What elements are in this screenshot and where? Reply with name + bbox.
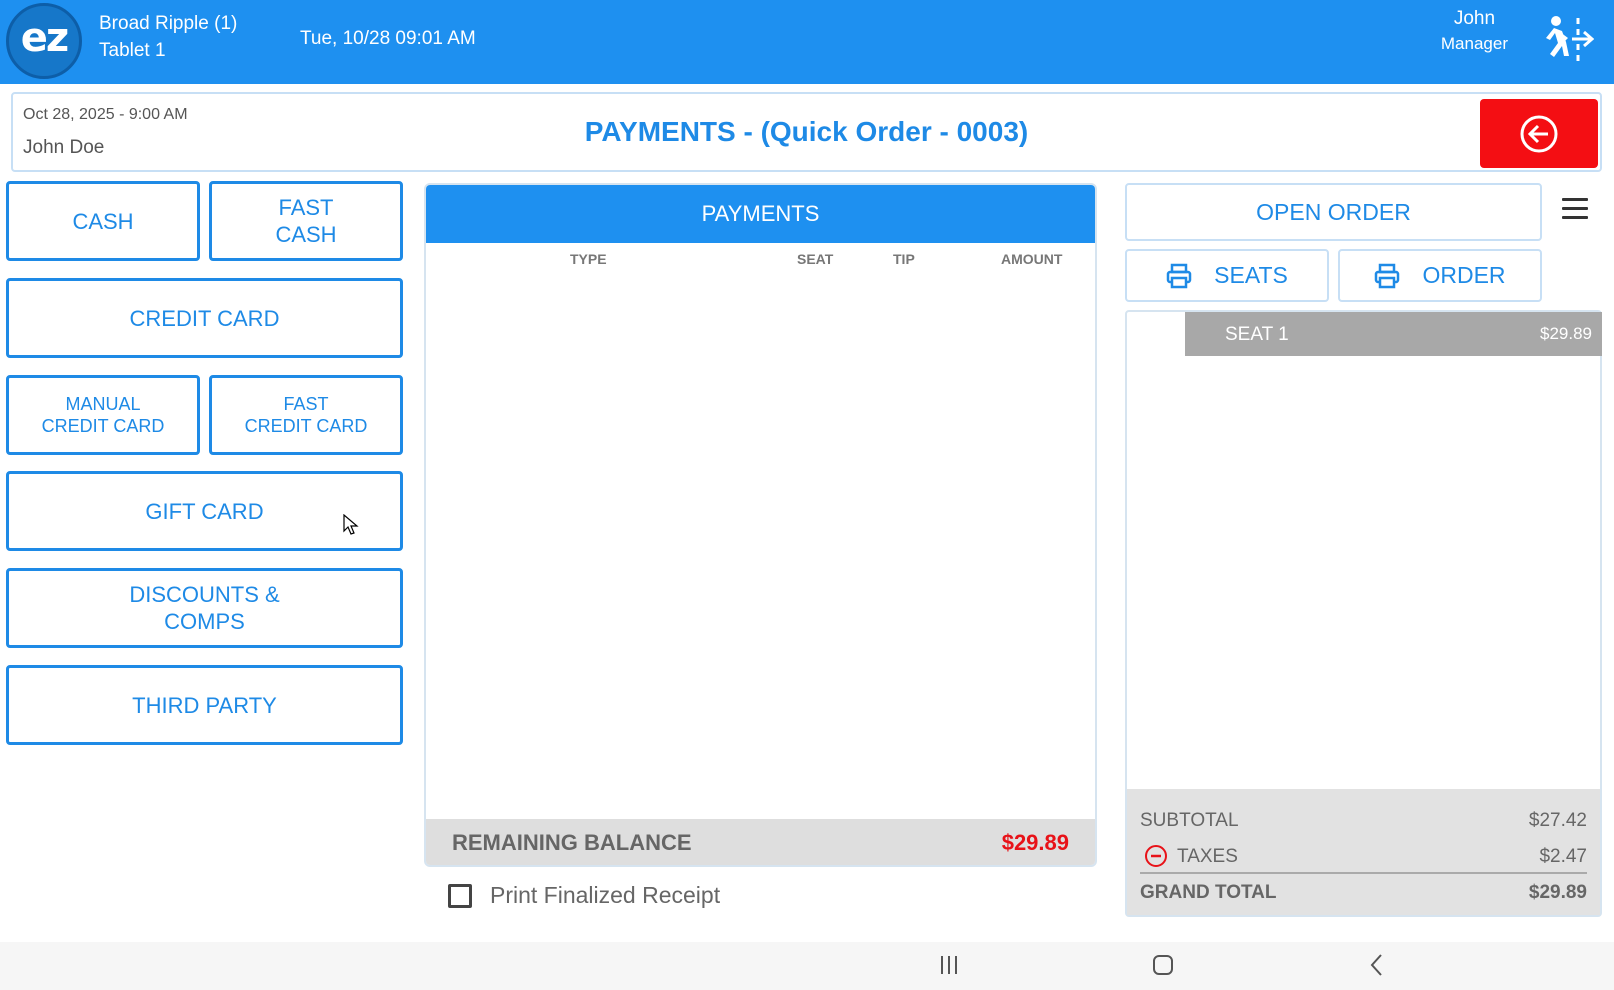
fast-cash-label-line2: CASH — [275, 222, 337, 247]
column-amount: AMOUNT — [1001, 251, 1063, 267]
home-icon[interactable] — [1150, 952, 1176, 978]
manual-credit-card-label-line2: CREDIT CARD — [41, 416, 165, 436]
ez-logo: ez — [6, 3, 82, 79]
print-receipt-label: Print Finalized Receipt — [490, 882, 721, 908]
seat-row[interactable]: SEAT 1 $29.89 — [1185, 312, 1602, 356]
system-nav-bar — [0, 942, 1614, 990]
cash-button[interactable]: CASH — [6, 181, 200, 261]
back-nav-icon[interactable] — [1364, 952, 1390, 978]
print-seats-button[interactable]: SEATS — [1125, 249, 1329, 302]
mouse-cursor-icon — [343, 514, 359, 535]
seat-name: SEAT 1 — [1225, 324, 1289, 345]
current-datetime: Tue, 10/28 09:01 AM — [300, 28, 476, 49]
order-summary-panel: SEAT 1 $29.89 SUBTOTAL $27.42 TAXES $2.4… — [1125, 310, 1602, 917]
column-seat: SEAT — [797, 251, 834, 267]
device-name: Tablet 1 — [99, 40, 166, 61]
third-party-label: THIRD PARTY — [132, 692, 277, 718]
subtotal-value: $27.42 — [1528, 810, 1587, 831]
discounts-label-line1: DISCOUNTS & — [129, 582, 280, 607]
top-bar: ez Broad Ripple (1) Tablet 1 Tue, 10/28 … — [0, 0, 1614, 84]
taxes-row: TAXES $2.47 — [1140, 844, 1587, 868]
discounts-label-line2: COMPS — [164, 609, 245, 634]
location-info: Broad Ripple (1) Tablet 1 — [99, 10, 237, 64]
order-header: Oct 28, 2025 - 9:00 AM John Doe PAYMENTS… — [11, 92, 1602, 172]
user-info[interactable]: John Manager — [1441, 6, 1508, 56]
hamburger-menu-icon[interactable] — [1562, 198, 1588, 224]
grand-total-label: GRAND TOTAL — [1140, 882, 1277, 903]
grand-total-value: $29.89 — [1528, 882, 1587, 903]
column-tip: TIP — [893, 251, 915, 267]
printer-icon — [1375, 263, 1400, 288]
user-role: Manager — [1440, 34, 1508, 53]
print-receipt-option[interactable]: Print Finalized Receipt — [448, 882, 720, 909]
recent-apps-icon[interactable] — [936, 952, 962, 978]
totals-divider — [1140, 872, 1587, 874]
payments-header: PAYMENTS — [426, 185, 1095, 243]
print-receipt-checkbox[interactable] — [448, 883, 472, 908]
page-title: PAYMENTS - (Quick Order - 0003) — [584, 116, 1029, 147]
fast-credit-card-button[interactable]: FAST CREDIT CARD — [209, 375, 403, 455]
fast-credit-card-label-line1: FAST — [283, 394, 329, 414]
subtotal-row: SUBTOTAL $27.42 — [1140, 810, 1587, 832]
location-name: Broad Ripple (1) — [99, 13, 238, 34]
credit-card-label: CREDIT CARD — [129, 305, 280, 331]
taxes-label: TAXES — [1177, 846, 1238, 867]
remaining-balance-value: $29.89 — [1001, 830, 1069, 855]
payments-panel: PAYMENTS TYPE SEAT TIP AMOUNT REMAINING … — [424, 183, 1097, 867]
grand-total-row: GRAND TOTAL $29.89 — [1140, 882, 1587, 904]
open-order-label: OPEN ORDER — [1256, 198, 1411, 225]
credit-card-button[interactable]: CREDIT CARD — [6, 278, 403, 358]
arrow-left-circle-icon — [1520, 115, 1558, 152]
cash-label: CASH — [72, 208, 134, 234]
remaining-balance-label: REMAINING BALANCE — [452, 830, 692, 855]
fast-cash-label-line1: FAST — [278, 195, 334, 220]
discounts-comps-button[interactable]: DISCOUNTS & COMPS — [6, 568, 403, 648]
back-button[interactable] — [1480, 99, 1598, 168]
fast-credit-card-label-line2: CREDIT CARD — [244, 416, 368, 436]
user-name: John — [1453, 8, 1496, 29]
gift-card-label: GIFT CARD — [145, 498, 264, 524]
open-order-button[interactable]: OPEN ORDER — [1125, 183, 1542, 241]
seat-amount: $29.89 — [1540, 324, 1592, 343]
logo-text: ez — [20, 15, 69, 61]
seats-label: SEATS — [1214, 262, 1288, 288]
totals-section: SUBTOTAL $27.42 TAXES $2.47 GRAND TOTAL … — [1127, 789, 1600, 915]
print-order-button[interactable]: ORDER — [1338, 249, 1542, 302]
exit-running-person-icon — [1546, 16, 1595, 61]
manual-credit-card-label-line1: MANUAL — [65, 394, 141, 414]
manual-credit-card-button[interactable]: MANUAL CREDIT CARD — [6, 375, 200, 455]
gift-card-button[interactable]: GIFT CARD — [6, 471, 403, 551]
logout-button[interactable] — [1534, 12, 1595, 68]
third-party-button[interactable]: THIRD PARTY — [6, 665, 403, 745]
remove-tax-icon[interactable] — [1144, 844, 1168, 868]
printer-icon — [1166, 263, 1192, 288]
taxes-value: $2.47 — [1539, 846, 1587, 867]
subtotal-label: SUBTOTAL — [1140, 810, 1239, 831]
order-label: ORDER — [1422, 262, 1506, 288]
remaining-balance-bar: REMAINING BALANCE $29.89 — [426, 819, 1095, 865]
fast-cash-button[interactable]: FAST CASH — [209, 181, 403, 261]
column-type: TYPE — [570, 251, 607, 267]
